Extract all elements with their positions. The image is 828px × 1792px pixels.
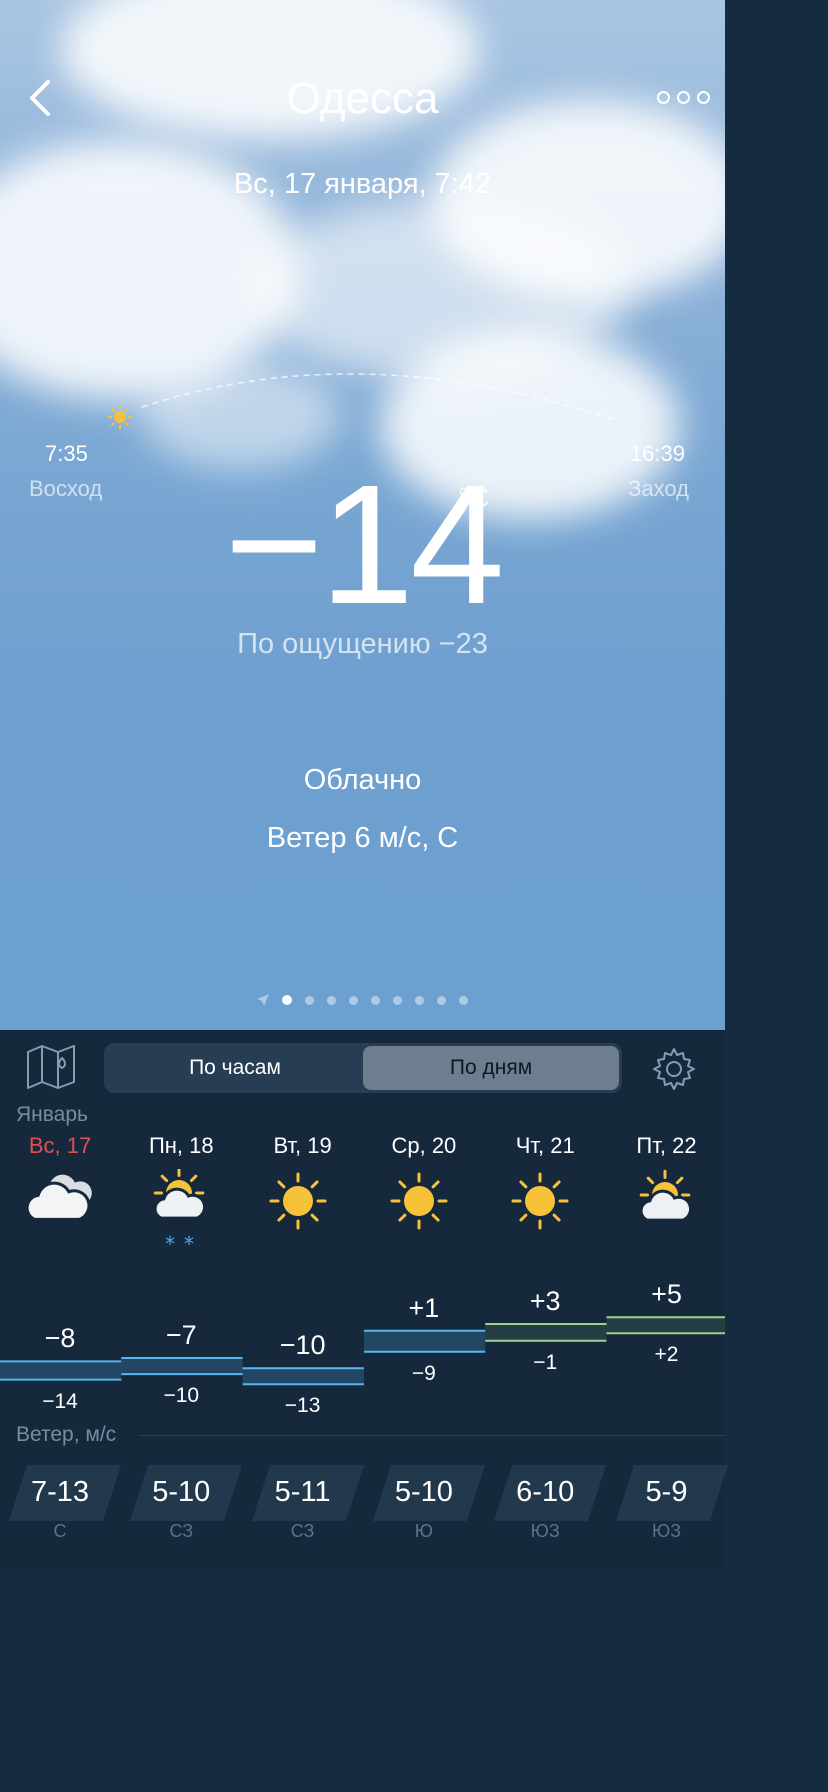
high-temp: +5 [651,1279,682,1310]
svg-text:*: * [184,1232,194,1255]
day-name: Пт, 22 [636,1133,697,1158]
temp-bar [363,1330,486,1352]
divider [140,1435,725,1436]
wind-speed: 5-9 [645,1476,688,1508]
day-column[interactable]: Вт, 19 [243,1133,363,1255]
high-temp: +3 [529,1286,561,1316]
day-columns: Вс, 17 Пн, 18 * * Вт, 19 Ср, 20 Чт, 21 Пт, 22 [0,1133,725,1263]
wind-direction: СЗ [290,1521,315,1541]
temp-bar [606,1317,725,1334]
feels-like: По ощущению −23 [237,628,488,660]
sun-path-arc [108,373,616,429]
low-temp: −1 [533,1350,558,1374]
wind-cell: 5-11 СЗ [243,1465,364,1555]
wind-direction: Ю [414,1521,433,1541]
more-dot-icon [676,90,690,104]
partly-cloudy-icon [639,1169,692,1222]
low-temp: −13 [284,1394,321,1418]
page-dot[interactable] [305,995,314,1005]
top-bar: Одесса [0,60,725,140]
tab-daily[interactable]: По дням [363,1046,619,1090]
day-name: Чт, 21 [515,1133,575,1158]
more-dot-icon [656,90,670,104]
day-name: Вт, 19 [273,1133,332,1158]
current-wind: Ветер 6 м/с, С [266,822,459,854]
more-options-button[interactable] [653,82,713,112]
day-column[interactable]: Вс, 17 [0,1133,120,1255]
day-column[interactable]: Ср, 20 [364,1133,484,1255]
low-temp: −10 [163,1384,200,1408]
cloudy-icon [25,1171,95,1221]
wind-cell: 5-10 СЗ [121,1465,243,1555]
wind-cell: 7-13 С [0,1465,122,1555]
low-temp: +2 [654,1343,679,1367]
page-indicator[interactable] [0,994,725,1006]
temp-bar [242,1368,364,1385]
day-name: Пн, 18 [148,1133,214,1158]
wind-cell: 5-9 ЮЗ [607,1465,728,1555]
wind-speed: 7-13 [30,1476,90,1508]
wind-cell: 5-10 Ю [364,1465,485,1555]
more-dot-icon [696,90,710,104]
partly-cloudy-snow-icon: * * [153,1169,207,1255]
high-temp: −8 [44,1323,76,1354]
sun-icon [269,1172,327,1230]
wind-speed: 5-10 [394,1476,453,1508]
current-temperature: −14 [224,450,504,640]
wind-direction: ЮЗ [530,1521,560,1541]
temp-bar [121,1358,243,1375]
month-label: Январь [16,1103,88,1126]
page-dot[interactable] [327,995,336,1005]
wind-speed: 5-10 [152,1476,211,1508]
temperature-chart: −8 −14 −7 −10 −10 −13 +1 −9 +3 −1 +5 +2 [0,1279,725,1420]
sun-icon [511,1172,569,1230]
day-column[interactable]: Чт, 21 [485,1133,605,1255]
page-dot[interactable] [459,995,468,1005]
forecast-panel: По часам По дням Январь Вс, 17 Пн, 18 * * Вт… [0,1030,728,1568]
current-date: Вс, 17 января, 7:42 [233,168,492,200]
temp-bar [485,1324,607,1341]
wind-direction: ЮЗ [651,1521,682,1541]
settings-button[interactable] [651,1046,697,1092]
wind-section-label: Ветер, м/с [16,1423,117,1446]
wind-speed: 5-11 [274,1476,331,1508]
day-name: Ср, 20 [391,1133,457,1158]
map-icon [27,1045,75,1089]
day-column[interactable]: Пт, 22 [607,1133,727,1255]
page-dot[interactable] [393,995,402,1005]
wind-direction: СЗ [169,1521,194,1541]
weather-condition: Облачно [303,764,422,796]
page-dot[interactable] [371,995,380,1005]
gear-icon [653,1048,695,1090]
map-button[interactable] [24,1044,78,1090]
page-dot[interactable] [415,995,424,1005]
low-temp: −9 [411,1361,436,1385]
high-temp: −10 [279,1330,326,1361]
location-arrow-icon [257,994,269,1006]
city-title: Одесса [286,74,439,123]
high-temp: −7 [165,1320,197,1350]
wind-speed: 6-10 [516,1476,575,1508]
sun-position-icon [108,405,132,429]
temp-bar [0,1361,122,1380]
page-dot[interactable] [349,995,358,1005]
page-dot[interactable] [282,995,292,1005]
page-dot[interactable] [437,995,446,1005]
view-toggle: По часам По дням [104,1043,622,1093]
high-temp: +1 [408,1292,440,1323]
day-name: Вс, 17 [28,1133,92,1158]
low-temp: −14 [42,1389,78,1413]
svg-text:*: * [165,1232,175,1255]
day-column[interactable]: Пн, 18 * * [121,1133,241,1255]
wind-cell: 6-10 ЮЗ [485,1465,607,1555]
wind-direction: С [53,1521,67,1541]
temperature-unit: °C [458,482,490,513]
sun-icon [390,1172,448,1230]
tab-hourly[interactable]: По часам [107,1046,363,1090]
